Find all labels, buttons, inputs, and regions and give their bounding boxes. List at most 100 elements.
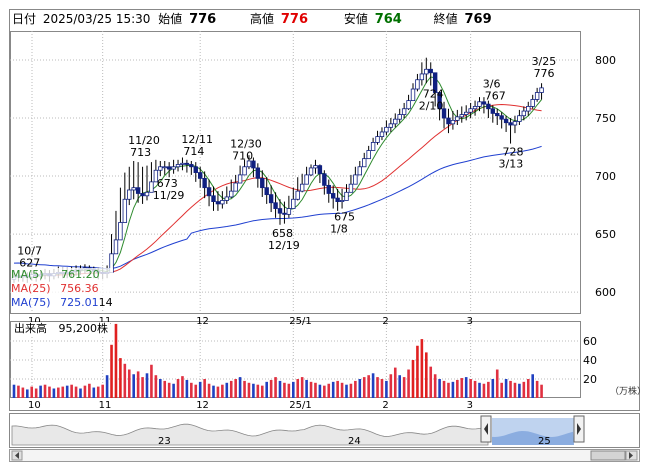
annotation-value: 714 [183, 145, 204, 158]
price-tick-label: 800 [595, 54, 616, 67]
candle-body [384, 126, 389, 133]
volume-bar [309, 381, 313, 398]
candle-body [206, 187, 212, 197]
volume-bar [105, 375, 109, 398]
candle-body [308, 167, 314, 176]
annotation-value: 713 [130, 146, 151, 159]
volume-bar [487, 381, 490, 398]
price-tick-label: 750 [595, 112, 616, 125]
volume-bar [17, 385, 20, 398]
volume-bar [132, 374, 135, 398]
volume-bar [203, 379, 206, 398]
ma-partial-suffix: 14 [98, 296, 113, 309]
candle-body [490, 108, 495, 114]
candle-body [317, 165, 323, 175]
candle-body [255, 167, 261, 179]
volume-bar [185, 379, 189, 398]
candle-body [530, 99, 535, 107]
volume-bar [500, 382, 503, 398]
volume-bar [79, 388, 82, 398]
volume-bar [385, 380, 388, 398]
scrollbar-thumb[interactable] [590, 450, 626, 461]
candle-body [330, 193, 336, 199]
volume-bar [300, 377, 304, 398]
ma25-legend: MA(25) 756.36 [11, 282, 99, 295]
volume-bar [269, 379, 273, 398]
price-tick-label: 700 [595, 170, 616, 183]
volume-bar [349, 383, 353, 398]
volume-bar [243, 380, 246, 398]
volume-bar [535, 380, 539, 398]
volume-bar [154, 375, 158, 398]
volume-bar [52, 388, 56, 398]
volume-bar [416, 345, 419, 398]
candle-body [162, 166, 167, 169]
stock-chart-window: 日付 2025/03/25 15:30 始値 776 高値 776 安値 764… [0, 0, 653, 470]
month-label-volume: 3 [467, 400, 473, 411]
volume-bar [274, 377, 277, 398]
candle-body [233, 182, 238, 192]
volume-bar [114, 323, 118, 398]
volume-bar [314, 382, 317, 398]
candle-body [220, 200, 225, 205]
volume-bar [371, 373, 375, 398]
volume-bar [327, 383, 331, 398]
candle-body [127, 189, 132, 200]
volume-bar [305, 379, 308, 398]
candle-body [273, 202, 278, 209]
volume-bar [531, 374, 534, 398]
volume-bar [30, 386, 34, 398]
candle-body [370, 142, 376, 151]
volume-bar [518, 383, 521, 398]
volume-bar [260, 385, 264, 398]
volume-tick-label: 60 [583, 335, 597, 348]
ma5-legend: MA(5) 761.20 [11, 268, 100, 281]
month-label: 12 [196, 316, 209, 327]
candle-body [135, 187, 141, 194]
candle-body [211, 195, 216, 202]
volume-bar [292, 381, 295, 398]
volume-bar [212, 385, 215, 398]
candle-body [348, 183, 354, 193]
annotation-value: 710 [232, 150, 253, 163]
volume-bar [12, 384, 16, 398]
volume-bar [172, 383, 175, 398]
candle-body [388, 123, 394, 128]
volume-bar [433, 374, 437, 398]
volume-bar [43, 384, 47, 398]
horizontal-scrollbar[interactable] [9, 449, 640, 462]
volume-bar [318, 384, 322, 398]
volume-bar [389, 374, 393, 398]
volume-bar [83, 385, 87, 398]
volume-bar [145, 373, 149, 398]
candle-body [237, 174, 243, 184]
annotation-value: 776 [534, 67, 555, 80]
candle-body [202, 177, 207, 189]
candle-body [171, 166, 176, 170]
volume-bar [207, 383, 211, 398]
candle-body [189, 164, 194, 168]
volume-bar [101, 384, 104, 398]
candle-body [495, 112, 500, 117]
chart-canvas: 80075070065060010101111121225/125/122331… [9, 9, 640, 462]
month-label: 3 [467, 316, 473, 327]
volume-bar [358, 379, 362, 398]
month-label: 2 [382, 316, 388, 327]
candle-body [362, 158, 367, 168]
volume-bar [513, 382, 517, 398]
annotation-date: 11/29 [153, 189, 185, 202]
volume-unit: （万株） [610, 387, 647, 397]
volume-bar [190, 382, 193, 398]
candle-body [291, 198, 296, 209]
candle-body [406, 100, 411, 110]
price-tick-label: 650 [595, 228, 616, 241]
volume-bar [265, 381, 268, 398]
candle-body [424, 68, 429, 75]
volume-bar [402, 377, 406, 398]
candle-body [366, 150, 371, 160]
volume-bar [216, 386, 220, 398]
volume-bar [473, 380, 477, 398]
volume-bar [34, 388, 38, 398]
candle-body [379, 131, 385, 138]
volume-bar [141, 377, 144, 398]
